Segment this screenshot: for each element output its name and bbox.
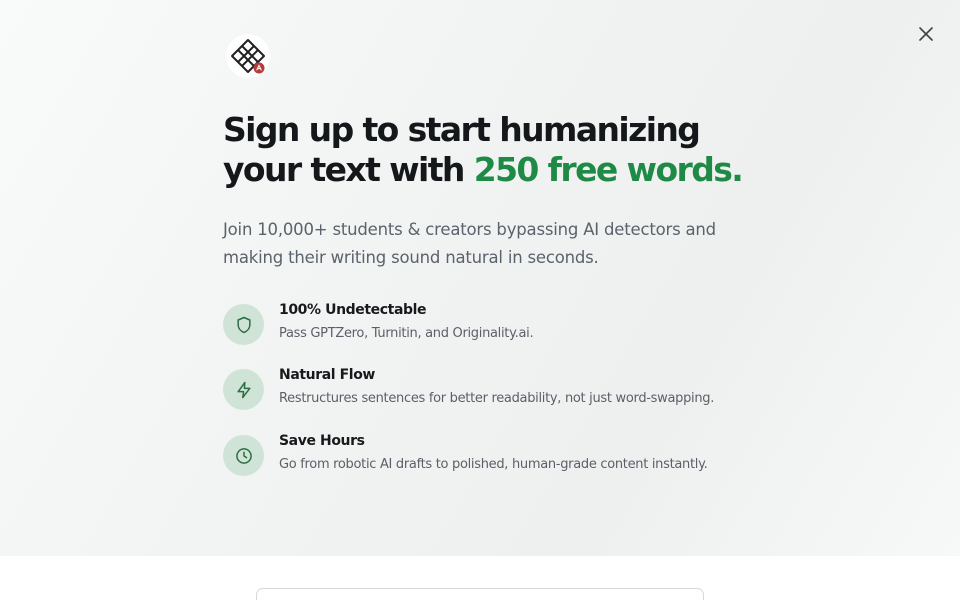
lightning-icon xyxy=(236,381,251,398)
feature-item-undetectable: 100% Undetectable Pass GPTZero, Turnitin… xyxy=(223,302,783,348)
page-title: Sign up to start humanizing your text wi… xyxy=(223,110,863,190)
feature-icon-badge xyxy=(223,304,264,345)
feature-description: Restructures sentences for better readab… xyxy=(279,391,715,406)
shield-icon xyxy=(236,316,251,333)
feature-icon-badge xyxy=(223,435,264,476)
signup-page: Sign up to start humanizing your text wi… xyxy=(0,0,960,600)
headline-accent: 250 free words. xyxy=(473,150,744,189)
feature-icon-badge xyxy=(223,369,264,410)
headline-line-1: Sign up to start humanizing xyxy=(223,110,701,149)
clock-icon xyxy=(235,447,252,464)
headline-line-2: your text with xyxy=(223,150,474,189)
feature-title: Save Hours xyxy=(279,433,365,449)
close-icon xyxy=(919,27,933,41)
brand-logo xyxy=(226,34,270,78)
signup-hero-panel: Sign up to start humanizing your text wi… xyxy=(0,0,960,556)
feature-title: Natural Flow xyxy=(279,367,375,383)
brand-logo-icon xyxy=(231,39,265,74)
feature-item-natural-flow: Natural Flow Restructures sentences for … xyxy=(223,367,783,413)
feature-description: Go from robotic AI drafts to polished, h… xyxy=(279,457,708,472)
feature-title: 100% Undetectable xyxy=(279,302,427,318)
feature-description: Pass GPTZero, Turnitin, and Originality.… xyxy=(279,326,534,341)
feature-item-save-hours: Save Hours Go from robotic AI drafts to … xyxy=(223,433,783,479)
close-button[interactable] xyxy=(914,22,938,46)
page-subtitle: Join 10,000+ students & creators bypassi… xyxy=(223,220,716,267)
signup-form-card[interactable] xyxy=(256,588,704,600)
